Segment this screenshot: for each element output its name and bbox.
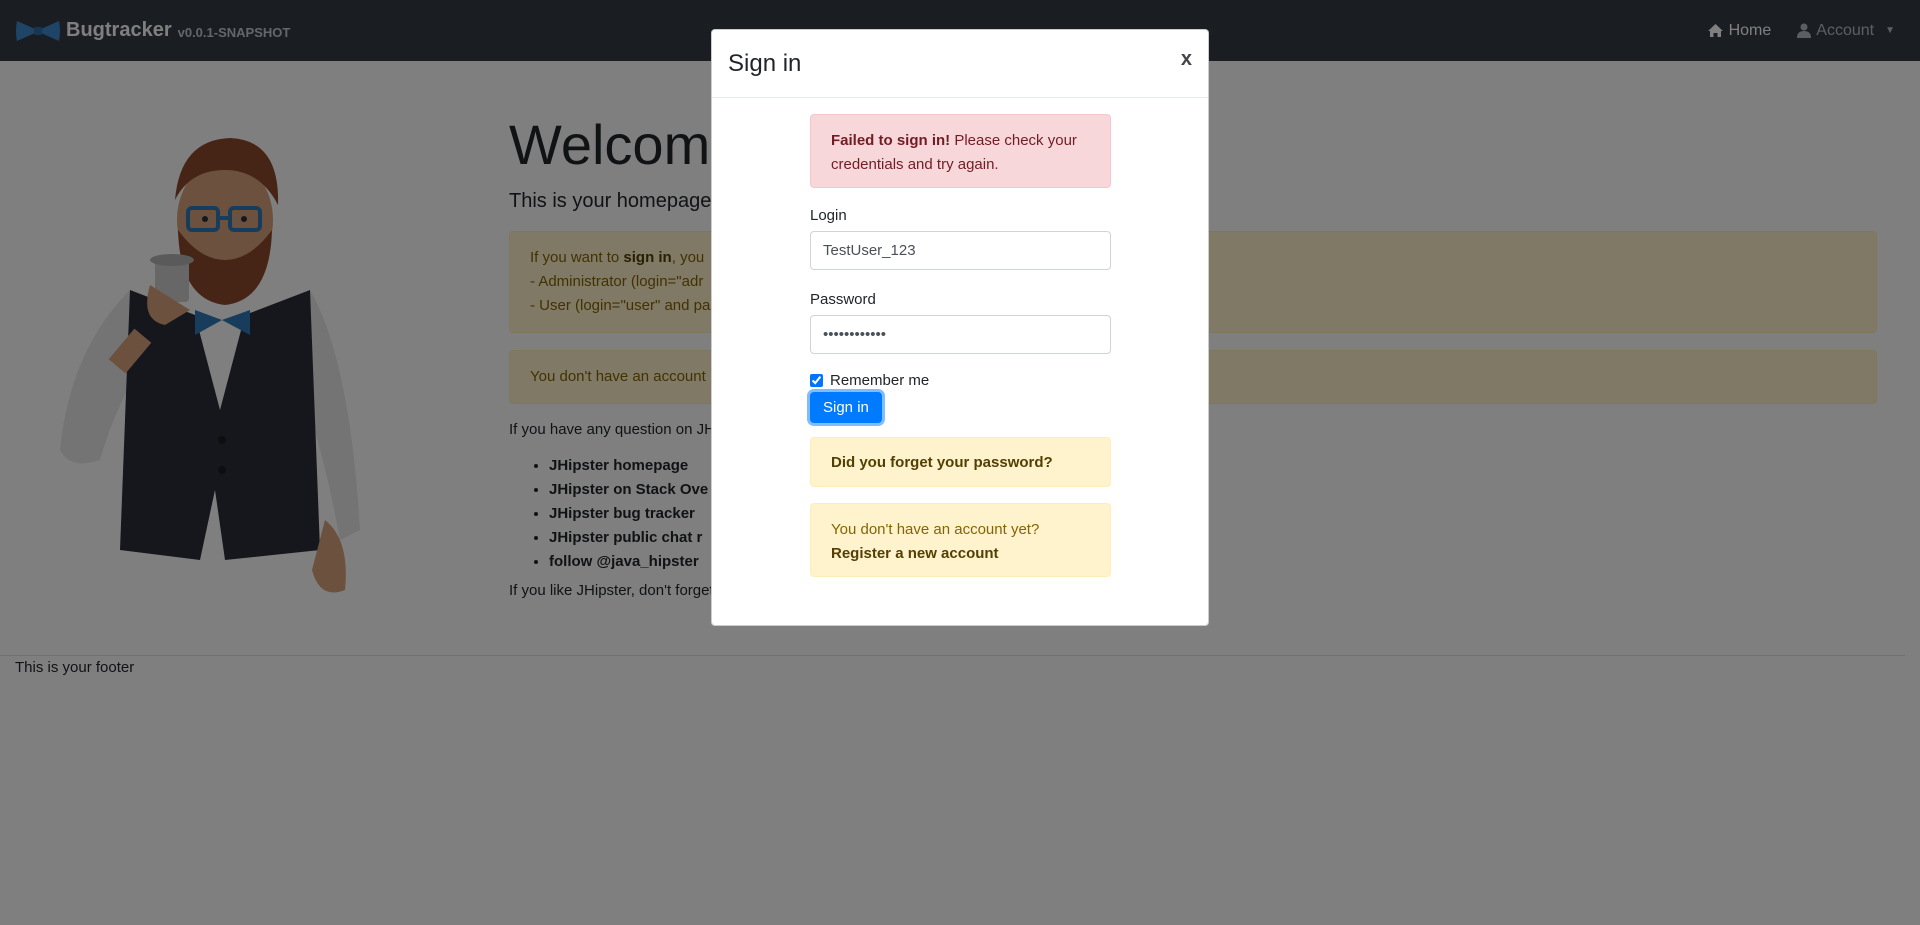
forgot-password-link[interactable]: Did you forget your password? xyxy=(831,454,1053,471)
remember-me-label[interactable]: Remember me xyxy=(830,372,929,389)
no-account-yet-text: You don't have an account yet? xyxy=(831,521,1040,538)
forgot-password-alert: Did you forget your password? xyxy=(810,437,1111,487)
remember-me-row: Remember me xyxy=(810,372,1111,389)
register-link[interactable]: Register a new account xyxy=(831,545,999,562)
signin-modal: Sign in x Failed to sign in! Please chec… xyxy=(711,29,1209,626)
password-input[interactable] xyxy=(810,315,1111,354)
login-label: Login xyxy=(810,207,847,224)
signin-button[interactable]: Sign in xyxy=(810,392,882,423)
register-alert: You don't have an account yet? Register … xyxy=(810,503,1111,577)
modal-title: Sign in xyxy=(728,50,802,77)
error-title: Failed to sign in! xyxy=(831,132,951,149)
login-input[interactable] xyxy=(810,231,1111,270)
modal-body: Failed to sign in! Please check your cre… xyxy=(810,114,1111,577)
password-label: Password xyxy=(810,291,876,308)
close-button[interactable]: x xyxy=(1181,48,1192,71)
modal-header: Sign in x xyxy=(712,30,1208,98)
signin-error-alert: Failed to sign in! Please check your cre… xyxy=(810,114,1111,188)
remember-me-checkbox[interactable] xyxy=(810,374,823,387)
